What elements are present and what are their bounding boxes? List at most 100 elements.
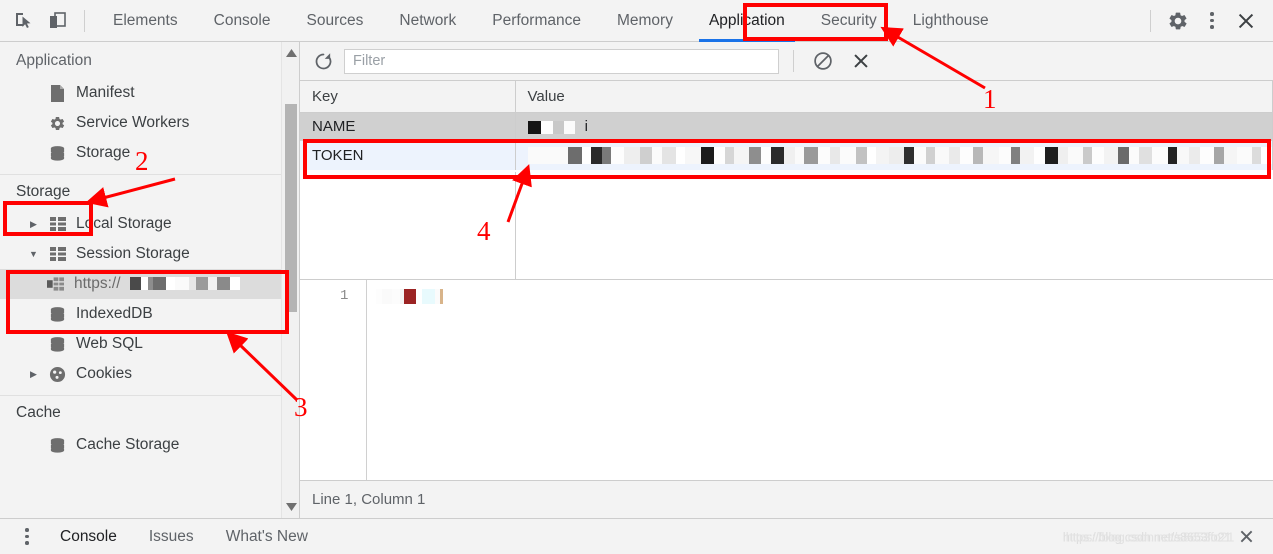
sidebar-section-application: Application [16, 52, 92, 69]
database-icon [48, 336, 67, 353]
sidebar-item-session-storage-origin[interactable]: https:// [0, 269, 281, 299]
tab-security[interactable]: Security [803, 0, 895, 42]
filter-input[interactable] [344, 48, 779, 74]
drawer-tab-issues[interactable]: Issues [133, 528, 210, 546]
kebab-menu-icon[interactable] [1195, 6, 1229, 36]
tab-label: Lighthouse [912, 11, 989, 29]
tab-lighthouse[interactable]: Lighthouse [895, 0, 1007, 42]
drawer-right-controls [1229, 522, 1263, 552]
drawer-tab-whats-new[interactable]: What's New [210, 528, 324, 546]
tab-memory[interactable]: Memory [599, 0, 691, 42]
gear-icon[interactable] [1161, 6, 1195, 36]
redacted-token-blocks [527, 146, 1272, 164]
database-icon [48, 437, 67, 454]
watermark-text: https://blog.csdn.net/s8653fo21 https://… [1062, 529, 1235, 545]
tab-label: Console [213, 11, 271, 29]
column-header-key[interactable]: Key [300, 81, 516, 113]
origin-frame-icon [46, 277, 65, 291]
redacted-value-blocks [527, 119, 575, 136]
devtools-toolbar: Elements Console Sources Network Perform… [0, 0, 1273, 42]
column-divider[interactable] [515, 172, 516, 279]
tab-label: Network [399, 11, 457, 29]
sidebar-item-label: Cookies [76, 365, 132, 382]
table-empty-area[interactable] [300, 172, 1273, 279]
database-icon [48, 306, 67, 323]
sidebar-item-local-storage[interactable]: ▶ Local Storage [0, 209, 281, 239]
key-value-table: Key Value NAME i TOKEN [300, 81, 1273, 170]
tab-label: Memory [616, 11, 673, 29]
sidebar-item-storage[interactable]: Storage [0, 138, 281, 168]
sidebar-item-label: Cache Storage [76, 436, 180, 453]
cell-value[interactable]: Bearer nbGciOiJIUzI1NiIsInR5cCI6IkpXVCJ9… [515, 141, 1273, 170]
sidebar-item-label: https:// [74, 275, 121, 292]
table-header-row: Key Value [300, 81, 1273, 113]
sidebar-scroll-content: Application Manifest Service Workers Sto… [0, 42, 281, 518]
toolbar-divider-right [1150, 9, 1151, 32]
chevron-down-icon[interactable]: ▼ [28, 249, 39, 259]
tab-application[interactable]: Application [691, 0, 803, 42]
watermark-layer-a: https://blog.csdn.net/s8653fo21 [1062, 529, 1232, 544]
sidebar-item-label: Service Workers [76, 114, 190, 131]
grid-table-icon [48, 217, 67, 231]
chevron-right-icon[interactable]: ▶ [28, 219, 39, 229]
storage-main-panel: Key Value NAME i [300, 42, 1273, 518]
sidebar-scrollbar[interactable] [281, 42, 299, 518]
gutter-divider [366, 280, 367, 480]
sidebar-item-label: Manifest [76, 84, 135, 101]
sidebar-item-cookies[interactable]: ▶ Cookies [0, 359, 281, 389]
tab-sources[interactable]: Sources [289, 0, 382, 42]
tab-performance[interactable]: Performance [474, 0, 599, 42]
tab-network[interactable]: Network [381, 0, 474, 42]
sidebar-item-cache-storage[interactable]: Cache Storage [0, 430, 281, 460]
sidebar-item-label: IndexedDB [76, 305, 153, 322]
scrollbar-thumb[interactable] [285, 104, 297, 312]
table-row[interactable]: TOKEN Bearer nbGciOiJIUzI1NiIsInR5cCI6Ik… [300, 141, 1273, 170]
database-icon [48, 145, 67, 162]
sidebar-item-web-sql[interactable]: Web SQL [0, 329, 281, 359]
cell-value[interactable]: i [515, 112, 1273, 141]
redacted-origin-blocks [129, 275, 240, 293]
tab-elements[interactable]: Elements [95, 0, 196, 42]
tab-label: Application [708, 11, 785, 29]
sidebar-item-label: Web SQL [76, 335, 143, 352]
devtools-body: Application Manifest Service Workers Sto… [0, 42, 1273, 518]
scroll-down-arrow-icon[interactable] [282, 498, 299, 516]
application-sidebar: Application Manifest Service Workers Sto… [0, 42, 300, 518]
cell-key[interactable]: NAME [300, 112, 516, 141]
toolbar-right-controls [1140, 6, 1267, 36]
tab-console[interactable]: Console [196, 0, 289, 42]
tab-label: Performance [492, 11, 581, 29]
refresh-icon[interactable] [310, 48, 336, 74]
kebab-menu-icon[interactable] [10, 522, 44, 552]
tab-label: Sources [306, 11, 364, 29]
editor-status-bar: Line 1, Column 1 [300, 480, 1273, 518]
table-row[interactable]: NAME i [300, 112, 1273, 141]
cursor-position-label: Line 1, Column 1 [312, 491, 426, 508]
line-number: 1 [340, 288, 349, 304]
chevron-right-icon[interactable]: ▶ [28, 369, 39, 379]
toolbar-divider [84, 9, 85, 32]
sidebar-item-service-workers[interactable]: Service Workers [0, 108, 281, 138]
sidebar-item-manifest[interactable]: Manifest [0, 78, 281, 108]
close-x-icon[interactable] [1229, 522, 1263, 552]
delete-all-close-x-icon[interactable] [846, 47, 876, 75]
drawer-tabbar: Console Issues What's New https://blog.c… [0, 518, 1273, 554]
cookie-icon [48, 366, 67, 383]
value-preview-pane[interactable]: 1 [300, 280, 1273, 480]
cell-key[interactable]: TOKEN [300, 141, 516, 170]
tab-label: Elements [113, 11, 178, 29]
drawer-tab-console[interactable]: Console [44, 528, 133, 546]
device-toolbar-icon[interactable] [40, 6, 74, 36]
watermark-layer-b: https://blog.csdn.net/s8653fo21 [1065, 529, 1235, 545]
inspect-element-icon[interactable] [6, 6, 40, 36]
no-entry-clear-icon[interactable] [808, 47, 838, 75]
sidebar-item-session-storage[interactable]: ▼ Session Storage [0, 239, 281, 269]
scroll-up-arrow-icon[interactable] [282, 44, 299, 62]
panel-tabs: Elements Console Sources Network Perform… [95, 0, 1007, 42]
close-icon[interactable] [1229, 6, 1263, 36]
column-header-value[interactable]: Value [515, 81, 1273, 113]
sidebar-item-label: Local Storage [76, 215, 172, 232]
sidebar-item-label: Session Storage [76, 245, 190, 262]
sidebar-item-indexeddb[interactable]: IndexedDB [0, 299, 281, 329]
storage-table: Key Value NAME i TOKEN [300, 81, 1273, 280]
